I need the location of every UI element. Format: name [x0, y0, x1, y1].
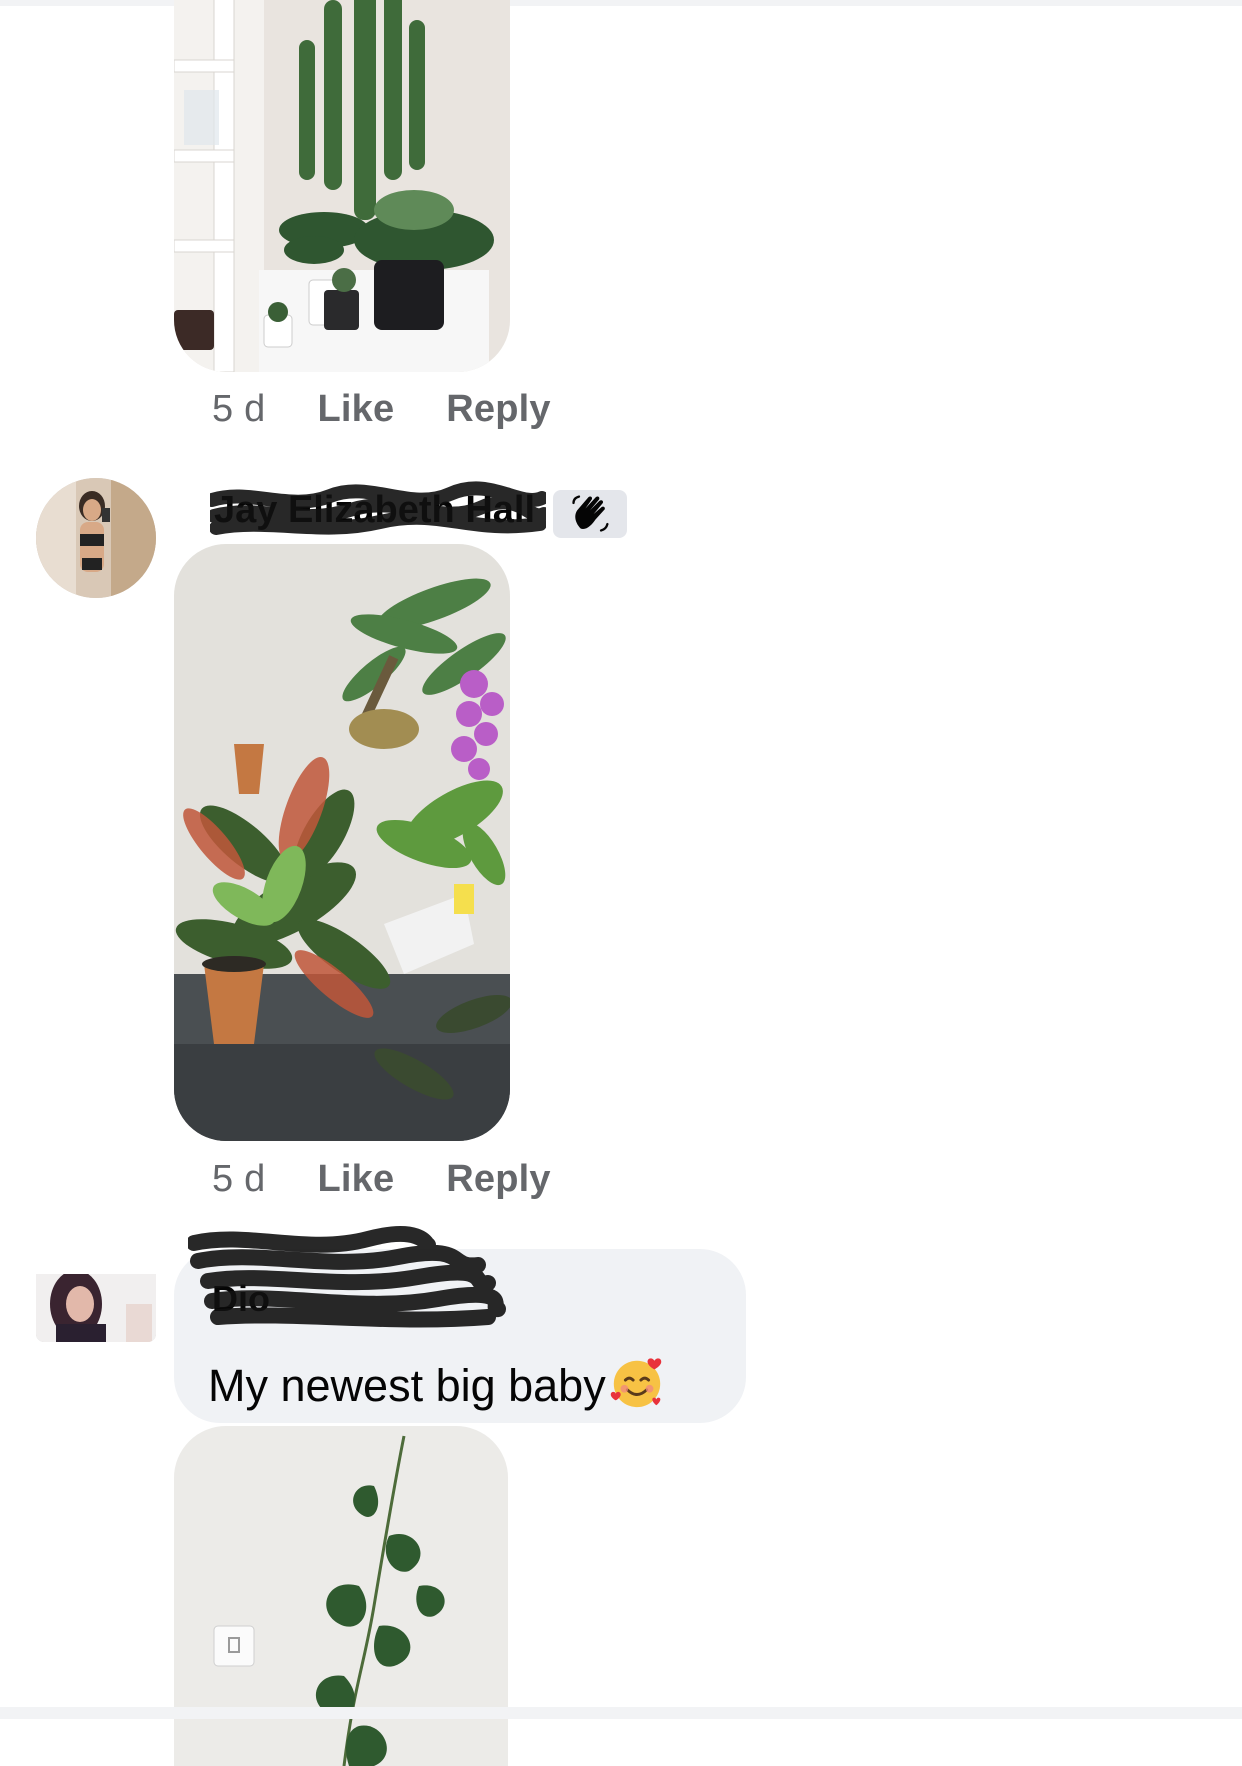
like-link[interactable]: Like [317, 388, 394, 431]
avatar[interactable] [36, 478, 156, 598]
comment-meta-2: 5 d Like Reply [212, 1158, 551, 1201]
comment-photo-1[interactable] [174, 0, 510, 372]
avatar[interactable] [36, 1274, 156, 1342]
comment-text: My newest big baby [208, 1353, 666, 1412]
author-name[interactable]: Dio [186, 1221, 508, 1331]
timestamp: 5 d [212, 1158, 266, 1200]
like-link[interactable]: Like [317, 1158, 394, 1201]
smiling-face-with-hearts-icon [610, 1358, 661, 1408]
author-name[interactable]: Jay Elizabeth Hall [205, 478, 551, 538]
timestamp: 5 d [212, 388, 266, 430]
comment-bubble[interactable]: Dio My newest big baby [174, 1226, 746, 1423]
waving-hand-icon [572, 495, 609, 532]
comment-text-content: My newest big baby [208, 1360, 606, 1411]
reply-link[interactable]: Reply [446, 388, 550, 431]
bottom-divider [0, 1707, 1242, 1719]
comment-meta-1: 5 d Like Reply [212, 388, 551, 431]
comment-photo-2[interactable] [174, 544, 510, 1141]
reply-link[interactable]: Reply [446, 1158, 550, 1201]
badge[interactable] [553, 490, 627, 538]
